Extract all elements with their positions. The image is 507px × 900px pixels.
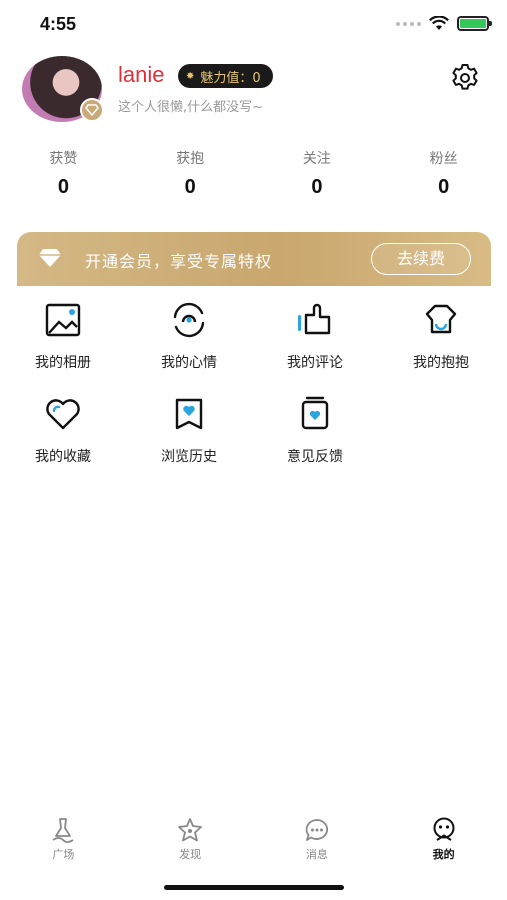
charm-star-icon: ✸ (186, 70, 195, 82)
charm-badge: ✸ 魅力值：0 (178, 64, 273, 88)
discover-icon (178, 818, 203, 842)
vip-banner-text: 开通会员，享受专属特权 (85, 252, 273, 271)
menu-label: 我的心情 (161, 355, 217, 371)
menu-item-hugs[interactable]: 我的抱抱 (378, 296, 504, 390)
wifi-icon (429, 16, 449, 30)
menu-item-history[interactable]: 浏览历史 (126, 390, 252, 484)
diamond-icon (39, 249, 61, 267)
tab-plaza[interactable]: 广场 (0, 810, 127, 866)
menu-label: 我的评论 (287, 355, 343, 371)
tab-label: 广场 (52, 848, 75, 861)
tab-label: 我的 (432, 848, 455, 861)
stat-label: 获赞 (49, 151, 78, 167)
signal-icon (396, 21, 421, 26)
tab-bar: 广场 发现 消息 我的 (0, 810, 507, 866)
stat-hugs[interactable]: 获抱 0 (127, 148, 254, 199)
menu-item-favorites[interactable]: 我的收藏 (0, 390, 126, 484)
gear-icon[interactable] (449, 62, 481, 94)
stat-label: 获抱 (176, 151, 205, 167)
menu-label: 我的抱抱 (413, 355, 469, 371)
profile-header: lanie ✸ 魅力值：0 这个人很懒,什么都没写~ (22, 56, 487, 128)
menu-label: 我的相册 (35, 355, 91, 371)
menu-item-mood[interactable]: 我的心情 (126, 296, 252, 390)
stat-value: 0 (311, 176, 323, 198)
mood-icon (173, 302, 205, 338)
username: lanie (118, 62, 165, 87)
tab-discover[interactable]: 发现 (127, 810, 254, 866)
stat-followers[interactable]: 粉丝 0 (380, 148, 507, 199)
stat-value: 0 (57, 176, 69, 198)
feedback-icon (301, 396, 329, 430)
menu-item-comments[interactable]: 我的评论 (252, 296, 378, 390)
battery-icon (457, 16, 492, 31)
favorite-icon (46, 399, 80, 430)
menu-item-album[interactable]: 我的相册 (0, 296, 126, 390)
stat-following[interactable]: 关注 0 (254, 148, 381, 199)
menu-label: 浏览历史 (161, 449, 217, 465)
stat-label: 关注 (302, 151, 331, 167)
home-indicator[interactable] (164, 885, 344, 890)
renew-button[interactable]: 去续费 (371, 243, 471, 275)
profile-icon (433, 817, 455, 841)
status-bar: 4:55 (0, 0, 507, 52)
stats-row: 获赞 0 获抱 0 关注 0 粉丝 0 (0, 148, 507, 199)
menu-label: 我的收藏 (35, 449, 91, 465)
history-icon (175, 398, 203, 430)
hug-icon (425, 304, 457, 334)
stat-likes[interactable]: 获赞 0 (0, 148, 127, 199)
charm-label: 魅力值：0 (200, 70, 261, 86)
tab-profile[interactable]: 我的 (380, 810, 507, 866)
plaza-icon (52, 818, 74, 843)
comment-icon (298, 303, 331, 335)
menu-item-feedback[interactable]: 意见反馈 (252, 390, 378, 484)
menu-label: 意见反馈 (287, 449, 343, 465)
vip-badge-icon (80, 98, 104, 122)
message-icon (305, 819, 328, 841)
tab-label: 消息 (305, 848, 328, 861)
album-icon (45, 303, 81, 337)
signature: 这个人很懒,什么都没写~ (118, 100, 264, 115)
status-time: 4:55 (40, 14, 77, 34)
vip-banner[interactable]: 开通会员，享受专属特权 去续费 (17, 232, 491, 286)
tab-messages[interactable]: 消息 (254, 810, 381, 866)
stat-value: 0 (184, 176, 196, 198)
stat-value: 0 (438, 176, 450, 198)
status-icons (396, 16, 492, 31)
tab-label: 发现 (179, 848, 202, 861)
stat-label: 粉丝 (429, 151, 458, 167)
menu-grid: 我的相册 我的心情 我的评论 我的抱抱 我的收藏 浏览历史 意见反馈 (0, 296, 507, 484)
